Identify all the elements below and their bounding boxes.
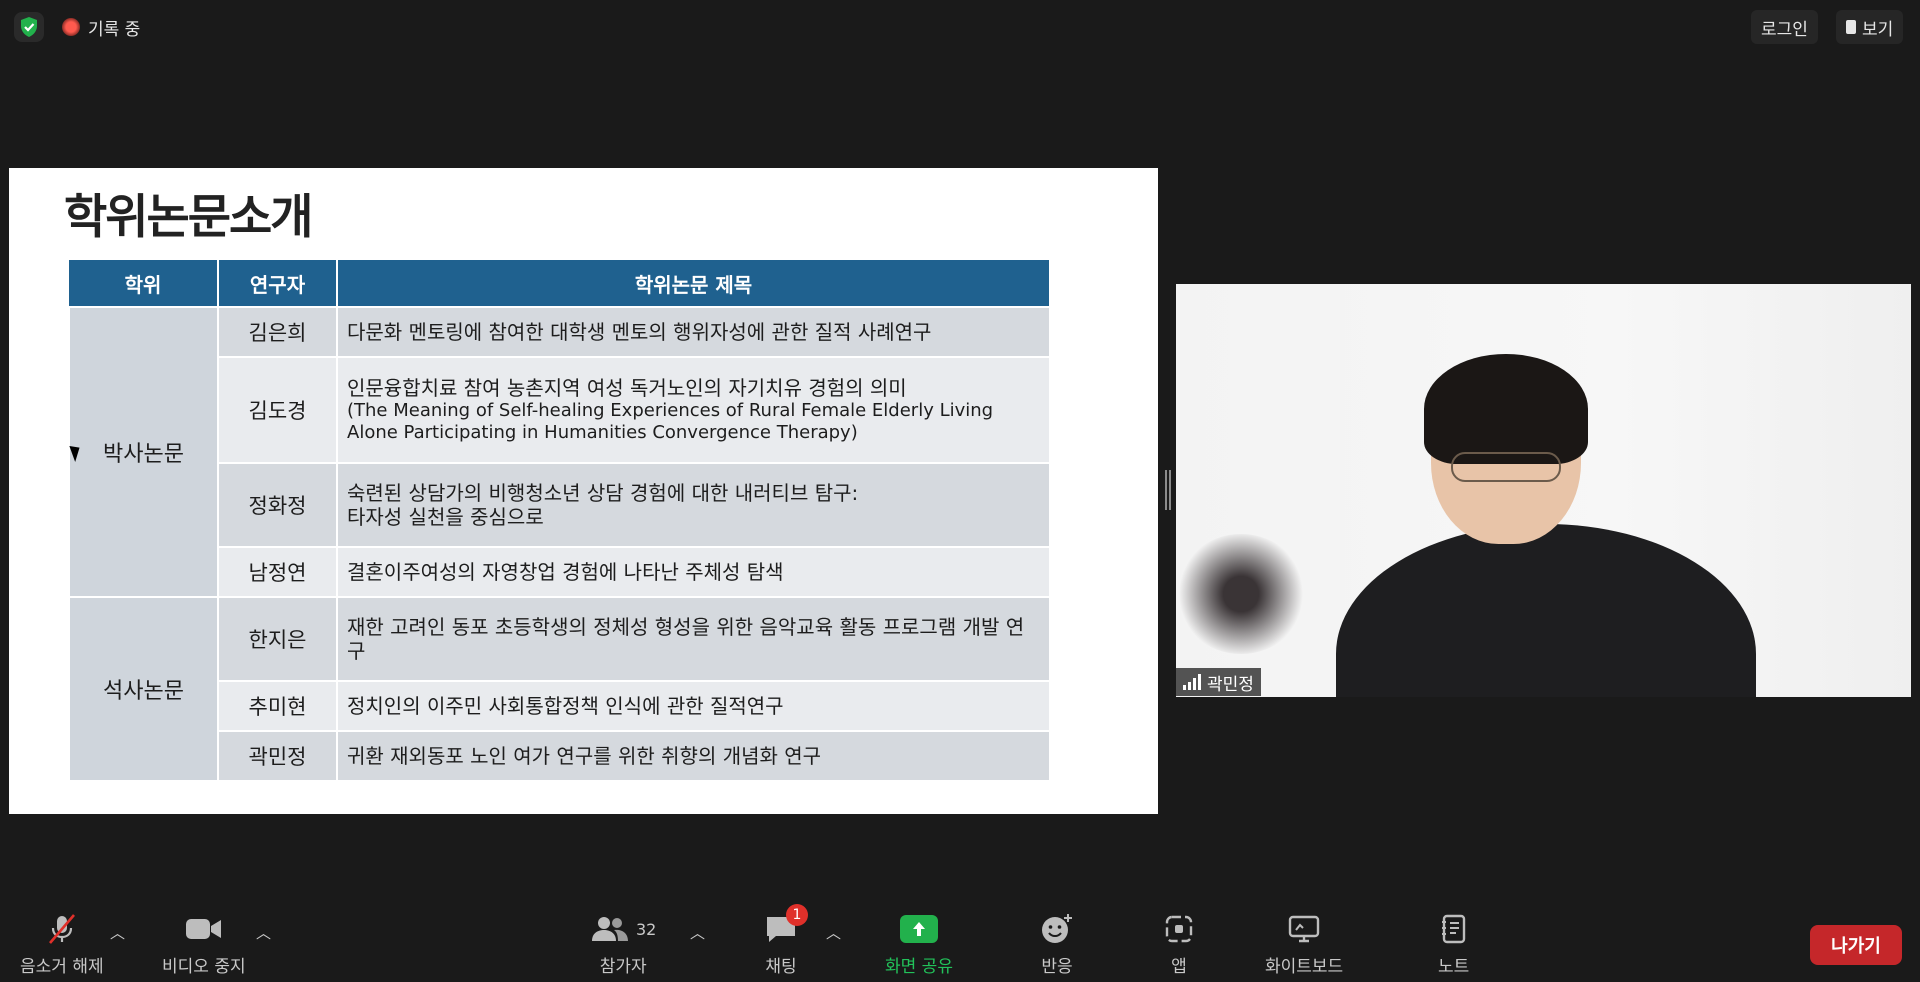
signal-strength-icon	[1183, 674, 1201, 690]
thesis-title-cell: 다문화 멘토링에 참여한 대학생 멘토의 행위자성에 관한 질적 사례연구	[336, 306, 1051, 358]
participant-name-tag: 곽민정	[1176, 668, 1261, 696]
login-button[interactable]: 로그인	[1751, 10, 1818, 44]
chat-bubble-icon: 1	[764, 904, 808, 946]
stop-video-label: 비디오 중지	[162, 957, 246, 977]
chat-label: 채팅	[765, 957, 797, 977]
header-thesis-title: 학위논문 제목	[337, 260, 1051, 307]
shared-screen-slide: 학위논문소개 학위 연구자 학위논문 제목 박사논문 김은희 다문화 멘토링에 …	[9, 168, 1158, 814]
participants-icon: 32	[590, 912, 656, 946]
split-view-drag-handle[interactable]	[1164, 470, 1172, 510]
thesis-title-en: (The Meaning of Self-healing Experiences…	[347, 400, 994, 444]
notes-button[interactable]: 노트	[1438, 912, 1469, 977]
participant-glasses	[1451, 452, 1561, 482]
researcher-cell: 추미현	[217, 680, 338, 732]
recording-label: 기록 중	[88, 19, 141, 40]
muted-microphone-icon	[45, 912, 79, 946]
participant-hair	[1424, 354, 1588, 464]
unmute-button[interactable]: 음소거 해제	[20, 912, 104, 977]
participants-button[interactable]: 32 참가자	[590, 912, 656, 977]
apps-button[interactable]: 앱	[1164, 912, 1194, 977]
thesis-table: 학위 연구자 학위논문 제목 박사논문 김은희 다문화 멘토링에 참여한 대학생…	[68, 260, 1051, 782]
notes-label: 노트	[1438, 957, 1470, 977]
researcher-cell: 정화정	[217, 462, 338, 548]
share-screen-label: 화면 공유	[885, 957, 953, 977]
header-researcher: 연구자	[218, 260, 338, 307]
researcher-cell: 한지은	[217, 596, 338, 682]
degree-cell-doctoral: 박사논문	[68, 306, 219, 598]
researcher-cell: 김은희	[217, 306, 338, 358]
top-bar: 기록 중 로그인 보기	[0, 0, 1920, 54]
participant-video-tile[interactable]	[1176, 284, 1911, 697]
chat-options-chevron-icon[interactable]: ︿	[826, 922, 841, 943]
thesis-title-cell: 재한 고려인 동포 초등학생의 정체성 형성을 위한 음악교육 활동 프로그램 …	[336, 596, 1051, 682]
view-grid-icon	[1846, 20, 1856, 34]
participants-options-chevron-icon[interactable]: ︿	[690, 922, 705, 943]
slide-title: 학위논문소개	[64, 190, 313, 245]
view-button[interactable]: 보기	[1836, 10, 1904, 44]
table-row: 박사논문 김은희 다문화 멘토링에 참여한 대학생 멘토의 행위자성에 관한 질…	[68, 306, 1051, 598]
researcher-cell: 남정연	[217, 546, 338, 598]
meeting-toolbar: 음소거 해제 ︿ 비디오 중지 ︿ 32 참가자 ︿ 1 채팅 ︿ 화면 공유	[0, 900, 1920, 982]
participants-count: 32	[636, 919, 657, 939]
security-shield-icon[interactable]	[14, 12, 44, 42]
share-screen-button[interactable]: 화면 공유	[885, 912, 953, 977]
recording-dot-icon	[62, 18, 80, 36]
thesis-title-line1: 숙련된 상담가의 비행청소년 상담 경험에 대한 내러티브 탐구:	[347, 480, 859, 505]
notes-notebook-icon	[1440, 912, 1468, 946]
apps-label: 앱	[1171, 957, 1187, 977]
thesis-title-cell: 인문융합치료 참여 농촌지역 여성 독거노인의 자기치유 경험의 의미 (The…	[336, 356, 1051, 464]
reactions-button[interactable]: 반응	[1040, 912, 1074, 977]
participant-name: 곽민정	[1207, 674, 1254, 695]
view-label: 보기	[1862, 19, 1894, 40]
researcher-cell: 곽민정	[217, 730, 338, 782]
smiley-reaction-icon	[1040, 912, 1074, 946]
chat-button[interactable]: 1 채팅	[764, 904, 808, 977]
recording-indicator[interactable]: 기록 중	[62, 12, 140, 42]
whiteboard-label: 화이트보드	[1265, 957, 1344, 977]
header-degree: 학위	[69, 260, 219, 307]
thesis-title-line2: 타자성 실천을 중심으로	[347, 505, 544, 529]
degree-cell-masters: 석사논문	[68, 596, 219, 782]
thesis-title-cell: 정치인의 이주민 사회통합정책 인식에 관한 질적연구	[336, 680, 1051, 732]
video-camera-icon	[185, 912, 223, 946]
thesis-title-cell: 숙련된 상담가의 비행청소년 상담 경험에 대한 내러티브 탐구: 타자성 실천…	[336, 462, 1051, 548]
researcher-cell: 김도경	[217, 356, 338, 464]
participants-label: 참가자	[599, 957, 647, 977]
whiteboard-button[interactable]: 화이트보드	[1265, 912, 1343, 977]
video-options-chevron-icon[interactable]: ︿	[256, 922, 271, 943]
leave-meeting-button[interactable]: 나가기	[1810, 925, 1902, 965]
thesis-title-ko: 인문융합치료 참여 농촌지역 여성 독거노인의 자기치유 경험의 의미	[347, 375, 907, 400]
reactions-label: 반응	[1041, 957, 1073, 977]
chat-unread-badge: 1	[786, 904, 808, 926]
participant-body	[1336, 524, 1756, 697]
thesis-title-cell: 귀환 재외동포 노인 여가 연구를 위한 취향의 개념화 연구	[336, 730, 1051, 782]
stop-video-button[interactable]: 비디오 중지	[162, 912, 246, 977]
share-screen-icon	[899, 912, 938, 946]
whiteboard-icon	[1287, 912, 1321, 946]
table-row: 석사논문 한지은 재한 고려인 동포 초등학생의 정체성 형성을 위한 음악교육…	[68, 596, 1051, 782]
audio-options-chevron-icon[interactable]: ︿	[110, 922, 125, 943]
unmute-label: 음소거 해제	[20, 957, 104, 977]
thesis-title-cell: 결혼이주여성의 자영창업 경험에 나타난 주체성 탐색	[336, 546, 1051, 598]
apps-icon	[1164, 912, 1194, 946]
blurred-foreground	[1176, 534, 1306, 654]
